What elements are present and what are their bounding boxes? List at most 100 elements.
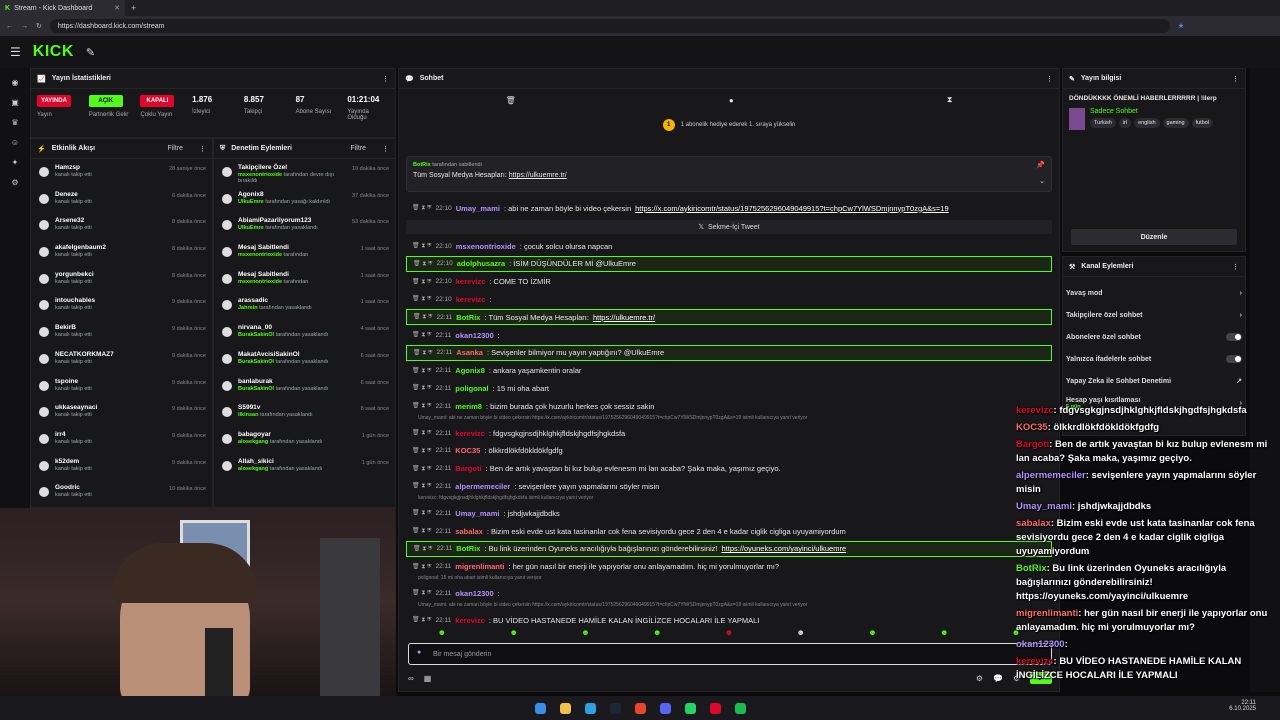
kick-logo[interactable]: KICK [33,43,74,61]
more-icon[interactable]: ⋮ [199,145,206,153]
activity-item[interactable]: yorgunbekci kanalı takip etti 8 dakika önc… [31,266,212,293]
moderation-actor[interactable]: BurakSakinOl [238,386,274,392]
mod-action-icon[interactable]: 🗑 ⧗ ⛨ [412,482,431,490]
message-user[interactable]: BotRix [456,544,480,553]
activity-item[interactable]: Arsene32 kanalı takip etti 8 dakika önce [31,212,212,239]
activity-user[interactable]: BekirB [55,324,92,331]
browser-tab[interactable]: K Stream - Kick Dashboard ✕ [0,0,125,16]
steam-icon[interactable] [609,702,621,714]
mod-action-icon[interactable]: 🗑 ⧗ ⛨ [412,204,431,212]
gear-icon[interactable]: ⚙ [976,674,983,683]
moderation-target[interactable]: Takipçilere Özel [238,164,346,171]
mod-action-icon[interactable]: 🗑 ⧗ ⛨ [412,429,431,437]
stream-icon[interactable]: ◉ [0,72,30,92]
chat-message[interactable]: 🗑 ⧗ ⛨ 22:11 BotRix: Bu link üzerinden Oyun… [406,540,1052,557]
emote-icon[interactable]: ☻ [653,628,661,640]
chat-input[interactable]: ● Bir mesaj gönderin [408,643,1052,665]
calendar-icon[interactable]: ▦ [424,674,432,683]
discord-icon[interactable] [659,702,671,714]
mod-action-icon[interactable]: 🗑 ⧗ ⛨ [413,349,432,357]
whatsapp-icon[interactable] [684,702,696,714]
activity-user[interactable]: tspoine [55,378,92,385]
moderation-target[interactable]: MakatAvcisiSakinOl [238,351,328,358]
channel-action-item[interactable]: Yalnızca ifadelerle sohbet [1066,348,1242,370]
trash-icon[interactable]: 🗑 [506,96,516,105]
moderation-item[interactable]: arassadic Jahrein tarafından yasaklandı 1 … [214,292,395,319]
mod-action-icon[interactable]: 🗑 ⧗ ⛨ [412,402,431,410]
trophy-icon[interactable]: ♛ [0,112,30,132]
mod-action-icon[interactable]: 🗑 ⧗ ⛨ [412,563,431,571]
mod-action-icon[interactable]: 🗑 ⧗ ⛨ [412,527,431,535]
activity-item[interactable]: ukkaseaynaci kanalı takip etti 9 dakika ön… [31,399,212,426]
moderation-item[interactable]: nirvana_00 BurakSakinOl tarafından yasakl… [214,319,395,346]
chat-message[interactable]: 🗑 ⧗ ⛨ 22:11 Bargoti: Ben de artık yavaştan… [406,461,1052,477]
pinned-by-user[interactable]: BotRix [413,162,431,168]
activity-item[interactable]: Deneze kanalı takip etti 6 dakika önce [31,186,212,213]
moderation-target[interactable]: Agonix8 [238,191,330,198]
chat-message[interactable]: 🗑 ⧗ ⛨ 22:10 kerevizc: [406,291,1052,307]
chat-message[interactable]: 🗑 ⧗ ⛨ 22:10 adolphusazra: İSİM DÜŞÜNDÜLER … [406,255,1052,272]
mod-action-icon[interactable]: 🗑 ⧗ ⛨ [412,278,431,286]
mod-action-icon[interactable]: 🗑 ⧗ ⛨ [412,465,431,473]
chat-message[interactable]: 🗑 ⧗ ⛨ 22:11 migrenlimanti: her gün nasıl b… [406,559,1052,575]
chevron-right-icon[interactable]: › [1240,312,1242,319]
pinned-message[interactable]: BotRix tarafından sabitlendi Tüm Sosyal … [406,156,1052,192]
moderation-target[interactable]: banlaburak [238,378,328,385]
moderation-actor[interactable]: BurakSakinOl [238,332,274,338]
moderation-item[interactable]: Takipçilere Özel msxenontrioxide tarafınd… [214,159,395,186]
message-user[interactable]: sabalax [455,527,483,536]
message-user[interactable]: BotRix [456,313,480,322]
activity-user[interactable]: NECATKORKMAZ7 [55,351,114,358]
emote-icon[interactable]: ☻ [581,628,589,640]
message-user[interactable]: merim8 [455,402,482,411]
tag-chip[interactable]: futbol [1191,118,1214,128]
chat-message[interactable]: 🗑 ⧗ ⛨ 22:10 Umay_mami: abi ne zaman böyle … [406,200,1052,216]
moderation-actor[interactable]: UlkuEmre [238,225,264,231]
message-user[interactable]: msxenontrioxide [456,242,516,251]
tweet-button[interactable]: 𝕏 Sekme-İçi Tweet [406,220,1052,234]
address-input[interactable]: https://dashboard.kick.com/stream [49,19,1170,33]
emote-icon[interactable]: ☻ [725,628,733,640]
moderation-item[interactable]: S5991v ilkinsan tarafından yasaklandı 8 sa… [214,399,395,426]
message-user[interactable]: poligonal [455,384,488,393]
back-icon[interactable]: ← [6,23,13,30]
activity-item[interactable]: akafelgenbaum2 kanalı takip etti 8 dakika … [31,239,212,266]
chat-message[interactable]: 🗑 ⧗ ⛨ 22:10 kerevizc: COME TO İZMİR [406,274,1052,290]
message-user[interactable]: kerevizc [456,295,486,304]
message-user[interactable]: kerevizc [455,429,485,438]
app-icon[interactable] [709,702,721,714]
chat-bubble-icon[interactable]: 💬 [993,674,1003,683]
reply-context[interactable]: Umay_mami: abi ne zaman böyle bi video ç… [406,415,1052,425]
link-icon[interactable]: ∞ [408,674,414,683]
channel-action-item[interactable]: Takipçilere özel sohbet › [1066,304,1242,326]
activity-user[interactable]: k52dem [55,458,92,465]
message-link[interactable]: https://x.com/aykiricomtr/status/1975256… [635,204,949,213]
activity-user[interactable]: yorgunbekci [55,271,94,278]
chat-message[interactable]: 🗑 ⧗ ⛨ 22:11 poligonal: 15 mi oha abart [406,380,1052,396]
chat-message[interactable]: 🗑 ⧗ ⛨ 22:11 alpermemeciler: sevişenlere ya… [406,478,1052,494]
mod-action-icon[interactable]: 🗑 ⧗ ⛨ [413,545,432,553]
moderation-actor[interactable]: alosekgang [238,439,268,445]
activity-user[interactable]: Goodric [55,484,92,491]
message-user[interactable]: migrenlimanti [455,562,504,571]
chat-message[interactable]: 🗑 ⧗ ⛨ 22:11 Asanka: Sevişenler bilmiyor mu… [406,344,1052,361]
message-user[interactable]: Bargoti [455,464,481,473]
chat-message[interactable]: 🗑 ⧗ ⛨ 22:11 kerevizc: BU VİDEO HASTANEDE H… [406,612,1052,628]
moderation-item[interactable]: babagoyar alosekgang tarafından yasakland… [214,426,395,453]
chat-message[interactable]: 🗑 ⧗ ⛨ 22:11 KOC35: ölkkrdlökfdökldökfgdfg [406,443,1052,459]
mod-action-icon[interactable]: 🗑 ⧗ ⛨ [412,589,431,597]
pinned-link[interactable]: https://ulkuemre.tr/ [509,172,567,179]
tag-chip[interactable]: gaming [1162,118,1189,128]
mod-action-icon[interactable]: 🗑 ⧗ ⛨ [412,295,431,303]
users-icon[interactable]: ☺ [0,132,30,152]
message-user[interactable]: adolphusazra [457,259,505,268]
moderation-actor[interactable]: ilkinsan [238,412,258,418]
more-icon[interactable]: ⋮ [382,145,389,153]
channel-action-item[interactable]: Yavaş mod › [1066,282,1242,304]
chat-bubble-icon[interactable]: ● [729,96,734,105]
edge-browser-icon[interactable] [584,702,596,714]
mod-action-icon[interactable]: 🗑 ⧗ ⛨ [412,331,431,339]
moderation-actor[interactable]: msxenontrioxide [238,279,282,285]
mod-action-icon[interactable]: 🗑 ⧗ ⛨ [412,616,431,624]
tag-chip[interactable]: english [1134,118,1160,128]
